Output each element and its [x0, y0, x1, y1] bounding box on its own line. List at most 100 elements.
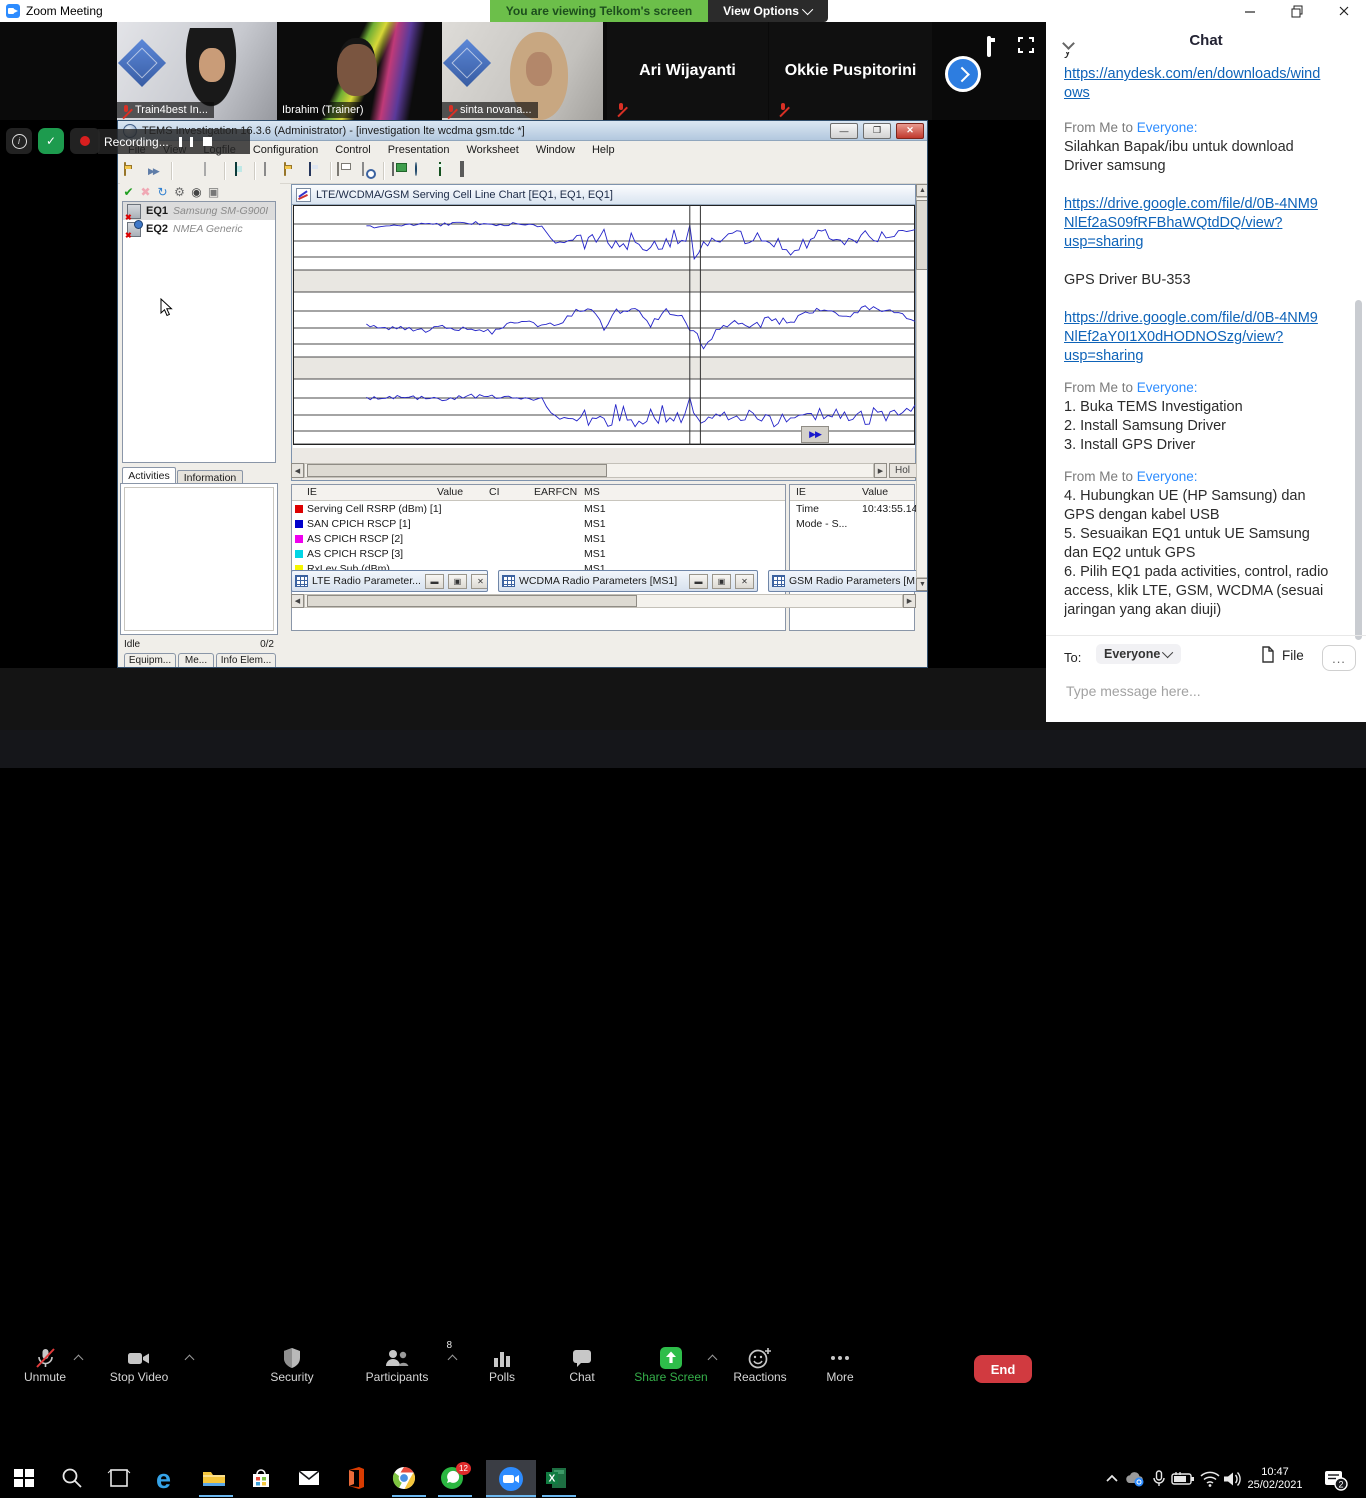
edge-icon[interactable]: e [156, 1466, 182, 1492]
video-options-chevron-icon[interactable] [185, 1354, 195, 1364]
map-globe-icon[interactable] [413, 163, 431, 179]
menu-window[interactable]: Window [536, 144, 575, 156]
table-row[interactable]: SAN CPICH RSCP [1]MS1 [292, 517, 785, 532]
scroll-right-icon[interactable]: ▶ [903, 594, 916, 608]
export-logfile-icon[interactable] [201, 163, 219, 179]
excel-icon[interactable]: X [544, 1466, 570, 1492]
close-icon[interactable]: ✕ [735, 574, 754, 589]
chat-link[interactable]: https://anydesk.com/en/downloads/windows [1064, 65, 1346, 103]
view-options-button[interactable]: View Options [708, 0, 828, 22]
whatsapp-icon[interactable]: 12 [440, 1466, 466, 1492]
chat-link[interactable]: https://drive.google.com/file/d/0B-4NM9N… [1064, 195, 1346, 252]
equipment-row-eq2[interactable]: EQ2 NMEA Generic [123, 220, 275, 238]
scroll-thumb[interactable] [307, 595, 637, 607]
gallery-view-icon[interactable] [987, 36, 991, 57]
print-preview-icon[interactable] [360, 163, 378, 179]
meeting-info-icon[interactable]: i [6, 128, 32, 154]
new-worksheet-icon[interactable] [261, 163, 279, 179]
tab-measurements[interactable]: Me... [178, 653, 214, 668]
replay-icon[interactable]: ▶▶ [147, 163, 166, 179]
unmute-button[interactable]: Unmute [0, 1344, 90, 1384]
chat-button[interactable]: Chat [537, 1344, 627, 1384]
scroll-thumb[interactable] [307, 464, 607, 477]
export-window-icon[interactable] [390, 163, 408, 179]
chat-scrollbar[interactable] [1355, 300, 1362, 640]
notification-center-icon[interactable]: 2 [1322, 1468, 1348, 1494]
task-view-icon[interactable] [107, 1466, 133, 1492]
participant-tile[interactable]: Okkie Puspitorini [769, 22, 932, 120]
pause-recording-icon[interactable] [179, 137, 193, 147]
right-vscrollbar[interactable]: ▲ ▼ [916, 184, 928, 591]
restore-icon[interactable]: ▣ [712, 574, 731, 589]
chart-plot-area[interactable] [293, 205, 915, 448]
file-button[interactable]: File [1282, 648, 1304, 663]
fullscreen-icon[interactable] [1018, 37, 1034, 53]
minimize-icon[interactable]: ▬ [425, 574, 444, 589]
audio-options-chevron-icon[interactable] [74, 1354, 84, 1364]
zoom-taskbar-icon[interactable] [498, 1466, 524, 1492]
participants-button[interactable]: 8 Participants [352, 1344, 442, 1384]
scroll-up-icon[interactable]: ▲ [916, 184, 928, 197]
chat-message-input[interactable] [1064, 682, 1338, 700]
recipient-select[interactable]: Everyone [1096, 644, 1181, 664]
tab-information[interactable]: Information [177, 470, 243, 484]
settings-gear-icon[interactable]: ⚙ [171, 185, 188, 199]
tab-equipment[interactable]: Equipm... [124, 653, 176, 668]
more-button[interactable]: More [795, 1344, 885, 1384]
stop-video-button[interactable]: Stop Video [94, 1344, 184, 1384]
chrome-icon[interactable] [392, 1466, 418, 1492]
globe-icon[interactable]: ◉ [188, 185, 205, 199]
mail-icon[interactable] [297, 1466, 323, 1492]
minimize-icon[interactable]: ▬ [689, 574, 708, 589]
start-button-icon[interactable] [12, 1466, 38, 1492]
menu-presentation[interactable]: Presentation [388, 144, 450, 156]
scroll-right-icon[interactable]: ▶ [874, 463, 887, 478]
scroll-thumb[interactable] [916, 200, 928, 270]
close-icon[interactable]: ✕ [471, 574, 488, 589]
scroll-left-icon[interactable]: ◀ [291, 463, 304, 478]
save-icon[interactable] [307, 163, 325, 179]
cell-status-icon[interactable] [436, 163, 454, 179]
table-row[interactable]: AS CPICH RSCP [2]MS1 [292, 532, 785, 547]
tab-activities[interactable]: Activities [122, 467, 176, 483]
minimize-button[interactable] [1242, 3, 1258, 19]
tems-restore-button[interactable]: ❐ [863, 123, 891, 139]
scroll-left-icon[interactable]: ◀ [291, 594, 304, 608]
activate-all-icon[interactable]: ✔ [120, 185, 137, 199]
video-tile[interactable]: Train4best In... [117, 22, 277, 120]
print-icon[interactable] [337, 163, 355, 179]
reactions-button[interactable]: Reactions [715, 1344, 805, 1384]
next-participants-button[interactable] [945, 56, 981, 92]
security-button[interactable]: Security [247, 1344, 337, 1384]
bottom-hscrollbar[interactable]: ◀ ▶ [291, 594, 916, 608]
equipment-row-eq1[interactable]: EQ1 Samsung SM-G900I [123, 202, 275, 220]
polls-button[interactable]: Polls [457, 1344, 547, 1384]
scroll-down-icon[interactable]: ▼ [916, 578, 928, 591]
volume-icon[interactable] [1222, 1470, 1248, 1496]
chat-more-button[interactable]: ... [1322, 645, 1356, 671]
video-tile[interactable]: sinta novana... [442, 22, 603, 120]
minimized-window-lte[interactable]: LTE Radio Parameter... ▬ ▣ ✕ [291, 570, 488, 592]
tab-info-elements[interactable]: Info Elem... [216, 653, 276, 668]
taskbar-clock[interactable]: 10:47 25/02/2021 [1246, 1466, 1304, 1492]
battery-icon[interactable] [1171, 1470, 1197, 1496]
office-icon[interactable] [344, 1466, 370, 1492]
table-row[interactable]: Time 10:43:55.140 [790, 502, 914, 517]
onedrive-icon[interactable] [1124, 1469, 1150, 1495]
window-frame-icon[interactable] [459, 163, 477, 179]
table-row[interactable]: AS CPICH RSCP [3]MS1 [292, 547, 785, 562]
close-icon[interactable] [1336, 3, 1352, 19]
table-row[interactable]: Serving Cell RSRP (dBm) [1]MS1 [292, 502, 785, 517]
encryption-shield-icon[interactable]: ✓ [38, 128, 64, 154]
record-icon[interactable] [178, 163, 196, 179]
table-row[interactable]: Mode - S... [790, 517, 914, 532]
open-workspace-icon[interactable] [284, 163, 302, 179]
menu-control[interactable]: Control [335, 144, 370, 156]
menu-worksheet[interactable]: Worksheet [466, 144, 518, 156]
device-manager-icon[interactable] [231, 163, 249, 179]
menu-configuration[interactable]: Configuration [253, 144, 318, 156]
open-logfile-icon[interactable] [124, 163, 142, 179]
video-tile[interactable]: Ibrahim (Trainer) [279, 22, 441, 120]
tems-close-button[interactable]: ✕ [896, 123, 924, 139]
search-icon[interactable] [60, 1466, 86, 1492]
